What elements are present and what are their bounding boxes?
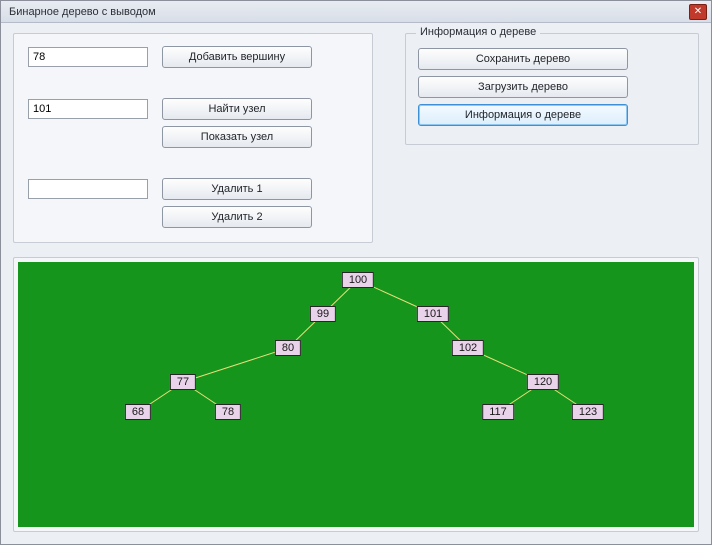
app-window: Бинарное дерево с выводом ✕ Добавить вер… xyxy=(0,0,712,545)
find-node-button[interactable]: Найти узел xyxy=(162,98,312,120)
close-icon: ✕ xyxy=(694,7,702,17)
delete2-button[interactable]: Удалить 2 xyxy=(162,206,312,228)
add-vertex-button[interactable]: Добавить вершину xyxy=(162,46,312,68)
tree-info-button[interactable]: Информация о дереве xyxy=(418,104,628,126)
titlebar: Бинарное дерево с выводом ✕ xyxy=(1,1,711,23)
tree-edges xyxy=(18,262,694,527)
tree-node: 117 xyxy=(482,404,514,420)
tree-node: 77 xyxy=(170,374,196,390)
tree-node: 101 xyxy=(417,306,449,322)
save-tree-button[interactable]: Сохранить дерево xyxy=(418,48,628,70)
tree-node: 78 xyxy=(215,404,241,420)
find-input[interactable] xyxy=(28,99,148,119)
load-tree-button[interactable]: Загрузить дерево xyxy=(418,76,628,98)
info-panel: Информация о дереве Сохранить дерево Заг… xyxy=(405,33,699,243)
group-legend: Информация о дереве xyxy=(416,26,540,38)
tree-canvas: 100 99 101 80 102 77 120 68 78 117 123 xyxy=(18,262,694,527)
tree-node: 80 xyxy=(275,340,301,356)
tree-node: 68 xyxy=(125,404,151,420)
tree-node: 123 xyxy=(572,404,604,420)
tree-node: 100 xyxy=(342,272,374,288)
client-area: Добавить вершину Найти узел Показать узе… xyxy=(1,23,711,544)
add-input[interactable] xyxy=(28,47,148,67)
controls-panel: Добавить вершину Найти узел Показать узе… xyxy=(13,33,373,243)
tree-canvas-panel: 100 99 101 80 102 77 120 68 78 117 123 xyxy=(13,257,699,532)
tree-edge xyxy=(183,348,288,382)
tree-info-group: Информация о дереве Сохранить дерево Заг… xyxy=(405,33,699,145)
delete1-button[interactable]: Удалить 1 xyxy=(162,178,312,200)
top-area: Добавить вершину Найти узел Показать узе… xyxy=(13,33,699,243)
window-title: Бинарное дерево с выводом xyxy=(9,6,689,18)
close-button[interactable]: ✕ xyxy=(689,4,707,20)
tree-node: 99 xyxy=(310,306,336,322)
delete-input[interactable] xyxy=(28,179,148,199)
show-node-button[interactable]: Показать узел xyxy=(162,126,312,148)
tree-node: 102 xyxy=(452,340,484,356)
tree-node: 120 xyxy=(527,374,559,390)
